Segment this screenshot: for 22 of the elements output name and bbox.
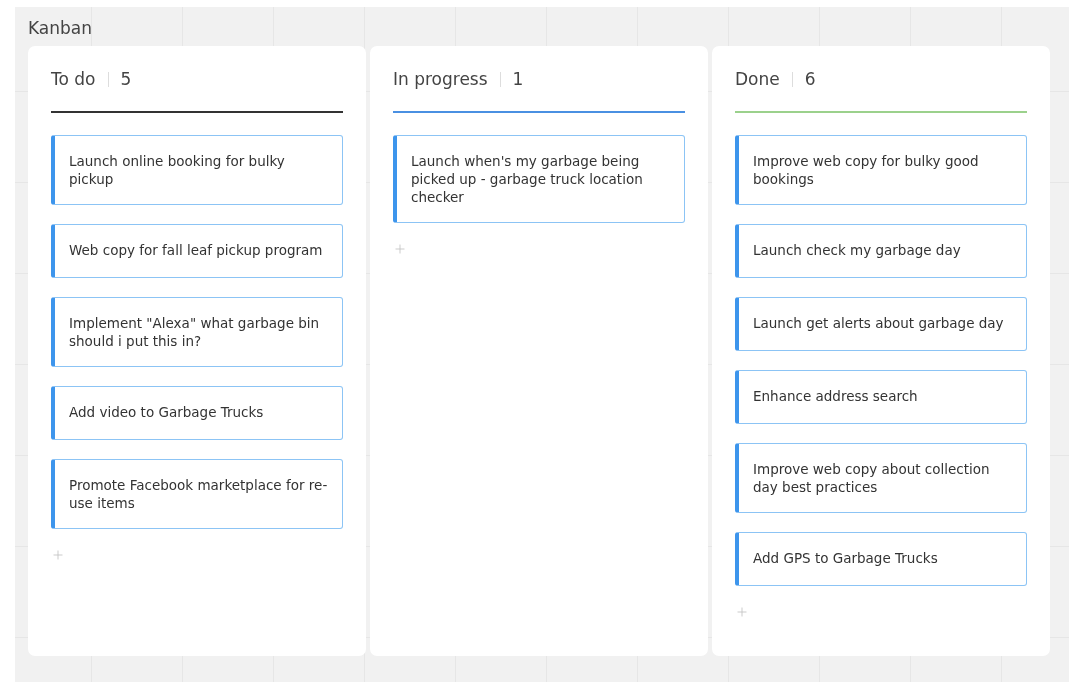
task-card[interactable]: Improve web copy about collection day best practices [735,443,1027,513]
task-card[interactable]: Add GPS to Garbage Trucks [735,532,1027,586]
task-card[interactable]: Launch online booking for bulky pickup [51,135,343,205]
card-count: 5 [120,69,132,89]
task-card[interactable]: Add video to Garbage Trucks [51,386,343,440]
task-card[interactable]: Web copy for fall leaf pickup program [51,224,343,278]
board-title: Kanban [28,17,94,40]
card-count: 6 [804,69,816,89]
add-icon[interactable] [393,242,407,256]
task-card[interactable]: Enhance address search [735,370,1027,424]
add-icon[interactable] [51,548,65,562]
task-card[interactable]: Launch get alerts about garbage day [735,297,1027,351]
column-title: Done [735,69,780,89]
card-count: 1 [512,69,524,89]
column-title: In progress [393,69,488,89]
task-card[interactable]: Launch when's my garbage being picked up - garbage truck location checker [393,135,685,223]
add-icon[interactable] [735,605,749,619]
task-card[interactable]: Implement "Alexa" what garbage bin should i put this in? [51,297,343,367]
task-card[interactable]: Improve web copy for bulky good bookings [735,135,1027,205]
task-card[interactable]: Promote Facebook marketplace for re-use items [51,459,343,529]
task-card[interactable]: Launch check my garbage day [735,224,1027,278]
column-title: To do [51,69,96,89]
